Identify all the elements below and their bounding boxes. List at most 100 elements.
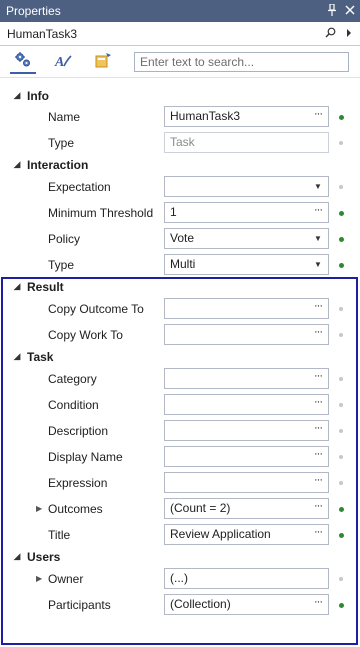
dropdown-arrow-icon[interactable]: ▼: [309, 256, 327, 273]
properties-title-bar: Properties: [0, 0, 360, 22]
ellipsis-button[interactable]: ···: [309, 448, 327, 465]
property-label: Copy Outcome To: [48, 302, 144, 316]
policy-dropdown[interactable]: Vote ▼: [164, 228, 329, 249]
condition-field[interactable]: ···: [164, 394, 329, 415]
copy-work-to-field[interactable]: ···: [164, 324, 329, 345]
value-default-indicator: [339, 429, 343, 433]
value-default-indicator: [339, 141, 343, 145]
ellipsis-button[interactable]: ···: [309, 396, 327, 413]
value-set-indicator: [339, 507, 344, 512]
property-row-owner[interactable]: ▶ Owner (...): [0, 566, 360, 592]
dropdown-arrow-icon[interactable]: ▼: [309, 178, 327, 195]
pin-icon[interactable]: [324, 2, 340, 19]
ellipsis-button[interactable]: ···: [309, 108, 327, 125]
value-default-indicator: [339, 333, 343, 337]
window-title: Properties: [6, 4, 61, 18]
property-row-expectation[interactable]: Expectation ▼: [0, 174, 360, 200]
collapse-icon[interactable]: ◢: [12, 551, 22, 561]
property-toolbar: A: [0, 46, 360, 78]
property-label: Condition: [48, 398, 99, 412]
minimum-threshold-field[interactable]: 1 ···: [164, 202, 329, 223]
property-row-name[interactable]: Name HumanTask3 ···: [0, 104, 360, 130]
properties-view-button[interactable]: [10, 50, 36, 74]
property-value: (Collection): [170, 597, 231, 611]
property-value: (...): [170, 571, 188, 585]
expand-arrow-icon[interactable]: ▶: [36, 496, 42, 522]
value-default-indicator: [339, 377, 343, 381]
property-label: Outcomes: [48, 502, 103, 516]
collapse-icon[interactable]: ◢: [12, 281, 22, 291]
copy-outcome-to-field[interactable]: ···: [164, 298, 329, 319]
property-label: Policy: [48, 232, 81, 246]
property-value: 1: [170, 205, 177, 219]
object-selector[interactable]: HumanTask3: [0, 22, 360, 46]
ellipsis-button[interactable]: ···: [309, 204, 327, 221]
property-label: Expectation: [48, 180, 111, 194]
chevron-right-icon[interactable]: [341, 28, 357, 40]
ellipsis-button[interactable]: ···: [309, 474, 327, 491]
participants-field[interactable]: (Collection) ···: [164, 594, 329, 615]
description-field[interactable]: ···: [164, 420, 329, 441]
value-default-indicator: [339, 185, 343, 189]
property-label: Name: [48, 110, 81, 124]
property-row-minimum-threshold[interactable]: Minimum Threshold 1 ···: [0, 200, 360, 226]
name-field[interactable]: HumanTask3 ···: [164, 106, 329, 127]
title-field[interactable]: Review Application ···: [164, 524, 329, 545]
collapse-icon[interactable]: ◢: [12, 90, 22, 100]
property-value: Review Application: [170, 527, 271, 541]
ellipsis-button[interactable]: ···: [309, 500, 327, 517]
property-pages-button[interactable]: [90, 50, 116, 74]
property-value: Vote: [170, 231, 195, 245]
property-row-category[interactable]: Category ···: [0, 366, 360, 392]
property-row-display-name[interactable]: Display Name ···: [0, 444, 360, 470]
dropdown-arrow-icon[interactable]: ▼: [309, 230, 327, 247]
interaction-type-dropdown[interactable]: Multi ▼: [164, 254, 329, 275]
events-view-button[interactable]: A: [50, 50, 76, 74]
property-row-policy[interactable]: Policy Vote ▼: [0, 226, 360, 252]
search-icon[interactable]: [322, 27, 338, 41]
ellipsis-button[interactable]: ···: [309, 326, 327, 343]
property-value: (Count = 2): [170, 501, 231, 515]
value-set-indicator: [339, 263, 344, 268]
collapse-icon[interactable]: ◢: [12, 159, 22, 169]
property-label: Owner: [48, 572, 84, 586]
gears-icon: [14, 51, 32, 72]
value-set-indicator: [339, 237, 344, 242]
object-name: HumanTask3: [7, 26, 78, 41]
property-row-expression[interactable]: Expression ···: [0, 470, 360, 496]
property-row-copy-outcome-to[interactable]: Copy Outcome To ···: [0, 296, 360, 322]
collapse-icon[interactable]: ◢: [12, 351, 22, 361]
property-value: HumanTask3: [170, 109, 241, 123]
expectation-dropdown[interactable]: ▼: [164, 176, 329, 197]
close-icon[interactable]: [342, 4, 358, 18]
value-default-indicator: [339, 455, 343, 459]
property-row-condition[interactable]: Condition ···: [0, 392, 360, 418]
ellipsis-button[interactable]: ···: [309, 370, 327, 387]
property-grid: ◢ Info Name HumanTask3 ··· Type Task ◢ I…: [0, 78, 360, 647]
expand-arrow-icon[interactable]: ▶: [36, 566, 42, 592]
value-default-indicator: [339, 403, 343, 407]
property-label: Category: [48, 372, 97, 386]
ellipsis-button[interactable]: ···: [309, 596, 327, 613]
category-field[interactable]: ···: [164, 368, 329, 389]
value-default-indicator: [339, 307, 343, 311]
property-value: Multi: [170, 257, 196, 271]
ellipsis-button[interactable]: ···: [309, 526, 327, 543]
display-name-field[interactable]: ···: [164, 446, 329, 467]
value-set-indicator: [339, 115, 344, 120]
property-row-description[interactable]: Description ···: [0, 418, 360, 444]
owner-field[interactable]: (...): [164, 568, 329, 589]
property-value: Task: [170, 135, 195, 149]
ellipsis-button[interactable]: ···: [309, 422, 327, 439]
expression-field[interactable]: ···: [164, 472, 329, 493]
value-default-indicator: [339, 481, 343, 485]
property-label: Expression: [48, 476, 108, 490]
search-input[interactable]: [134, 52, 349, 72]
ellipsis-button[interactable]: ···: [309, 300, 327, 317]
type-field: Task: [164, 132, 329, 153]
property-pages-icon: [94, 52, 112, 73]
value-set-indicator: [339, 211, 344, 216]
property-row-participants[interactable]: Participants (Collection) ···: [0, 592, 360, 618]
property-row-outcomes[interactable]: ▶ Outcomes (Count = 2) ···: [0, 496, 360, 522]
outcomes-field[interactable]: (Count = 2) ···: [164, 498, 329, 519]
